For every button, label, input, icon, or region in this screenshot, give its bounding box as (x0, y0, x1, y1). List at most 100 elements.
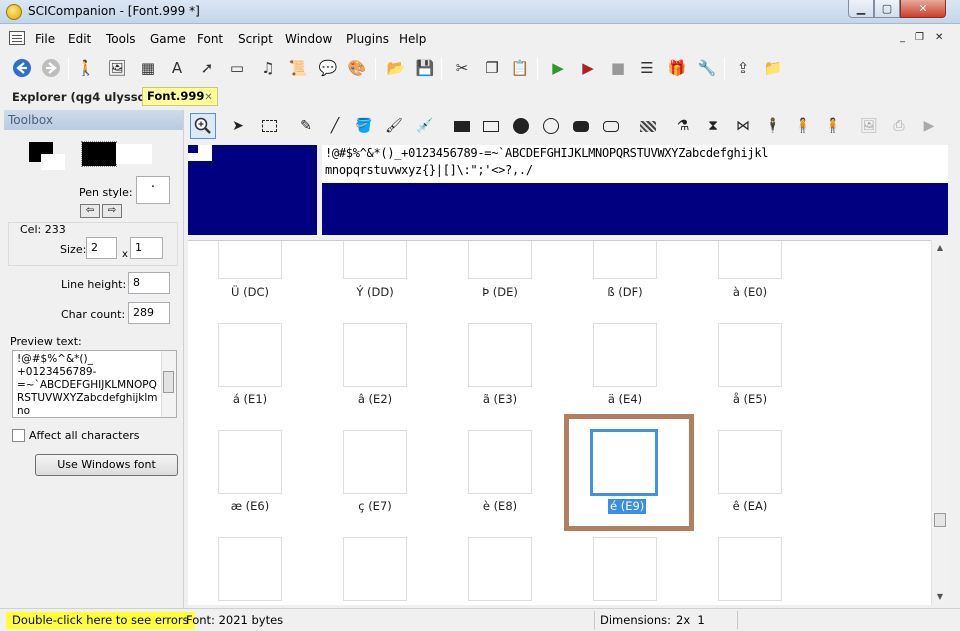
char-cell[interactable] (718, 430, 782, 494)
tab-font[interactable]: Font.999✕ (142, 87, 218, 106)
pen-style-next-button[interactable]: ⇨ (102, 204, 122, 218)
line-icon[interactable]: ╱ (324, 115, 346, 137)
preview-scroll-thumb[interactable] (163, 371, 174, 393)
import-image-icon[interactable]: 🖼 (858, 115, 880, 137)
mdi-restore-button[interactable]: ❐ (915, 32, 924, 43)
new-font-icon[interactable]: A (166, 57, 188, 79)
char-cell[interactable] (718, 241, 782, 279)
char-cell[interactable] (593, 241, 657, 279)
gift-icon[interactable]: 🎁 (666, 57, 688, 79)
mdi-close-button[interactable]: ✕ (935, 32, 943, 43)
menu-tools[interactable]: Tools (106, 32, 136, 46)
scroll-thumb[interactable] (934, 513, 946, 527)
stop-icon[interactable]: ■ (607, 57, 629, 79)
background-color-swatch[interactable] (41, 154, 65, 170)
play-icon[interactable]: ▶ (918, 115, 940, 137)
charset-preview-pane[interactable]: !@#$%^&*()_+0123456789-=~`ABCDEFGHIJKLMN… (322, 145, 948, 235)
pen-icon[interactable]: ✎ (295, 115, 317, 137)
char-cell[interactable] (593, 323, 657, 387)
forward-icon[interactable] (40, 57, 62, 79)
char-cell[interactable] (468, 537, 532, 601)
filled-ellipse-icon[interactable] (510, 115, 532, 137)
preview-scrollbar[interactable] (161, 351, 176, 417)
fill-icon[interactable]: 🪣 (353, 115, 375, 137)
filled-rectangle-icon[interactable] (451, 115, 473, 137)
char-cell[interactable] (468, 241, 532, 279)
bowtie-icon[interactable]: ⋈ (732, 115, 754, 137)
menu-file[interactable]: File (35, 32, 55, 46)
char-cell[interactable] (343, 241, 407, 279)
new-text-icon[interactable]: ▭ (226, 57, 248, 79)
character-icon[interactable]: 🧍 (792, 115, 814, 137)
menu-script[interactable]: Script (238, 32, 273, 46)
char-cell[interactable] (468, 323, 532, 387)
char-cell[interactable] (718, 323, 782, 387)
new-message-icon[interactable]: 💬 (317, 57, 339, 79)
menu-font[interactable]: Font (197, 32, 223, 46)
menu-plugins[interactable]: Plugins (346, 32, 389, 46)
replace-color-icon[interactable]: 🖌 (383, 115, 405, 137)
selected-pattern-swatch[interactable] (81, 141, 117, 167)
save-icon[interactable]: 💾 (414, 57, 436, 79)
new-view-icon[interactable]: 🚶 (75, 57, 97, 79)
rounded-rect-icon[interactable] (600, 115, 622, 137)
folder-star-icon[interactable]: 📁 (762, 57, 784, 79)
preview-text-area[interactable]: !@#$%^&*()_ +0123456789- =~`ABCDEFGHIJKL… (12, 350, 177, 418)
copy-icon[interactable]: ❐ (481, 57, 503, 79)
minimize-button[interactable]: ▁ (848, 0, 874, 18)
hourglass-icon[interactable]: ⧗ (702, 115, 724, 137)
char-cell[interactable] (343, 430, 407, 494)
debug-icon[interactable]: ▶ (577, 57, 599, 79)
maximize-button[interactable]: ▢ (874, 0, 900, 18)
menu-window[interactable]: Window (285, 32, 332, 46)
ellipse-icon[interactable] (540, 115, 562, 137)
glyph-preview-pane[interactable] (188, 145, 317, 235)
tab-close-icon[interactable]: ✕ (204, 92, 212, 103)
size-height-input[interactable]: 1 (130, 237, 163, 259)
char-cell[interactable] (343, 537, 407, 601)
char-cell[interactable] (218, 241, 282, 279)
char-cell[interactable] (593, 537, 657, 601)
alt-pattern-swatch[interactable] (116, 144, 152, 164)
close-button[interactable]: ✕ (900, 0, 946, 18)
selected-char-cell[interactable] (590, 429, 658, 496)
new-pic-icon[interactable]: 🖼 (106, 57, 128, 79)
line-height-input[interactable]: 8 (128, 272, 170, 294)
eyedropper-icon[interactable]: 💉 (414, 115, 436, 137)
new-palette-icon[interactable]: 🎨 (346, 57, 368, 79)
char-cell[interactable] (718, 537, 782, 601)
pen-style-picker[interactable]: · (136, 176, 170, 204)
ego-icon[interactable]: 🧍 (822, 115, 844, 137)
scroll-up-icon[interactable]: ▲ (932, 240, 948, 256)
transparency-picker-icon[interactable]: ⚗ (672, 115, 694, 137)
paste-icon[interactable]: 📋 (509, 57, 531, 79)
pointer-icon[interactable]: ➤ (227, 115, 249, 137)
new-sound-icon[interactable]: ♫ (257, 57, 279, 79)
wrench-icon[interactable]: 🔧 (696, 57, 718, 79)
tab-explorer[interactable]: Explorer (qg4 ulysson) (8, 88, 163, 106)
char-cell[interactable] (468, 430, 532, 494)
compile-icon[interactable]: ☰ (636, 57, 658, 79)
char-count-input[interactable]: 289 (128, 302, 170, 324)
char-cell[interactable] (218, 537, 282, 601)
export-icon[interactable]: ⇪ (732, 57, 754, 79)
dither-icon[interactable] (637, 115, 659, 137)
back-icon[interactable] (11, 57, 33, 79)
new-script-icon[interactable]: 📜 (287, 57, 309, 79)
pen-style-prev-button[interactable]: ⇦ (80, 204, 100, 218)
char-cell[interactable] (218, 430, 282, 494)
cut-icon[interactable]: ✂ (451, 57, 473, 79)
errors-link[interactable]: Double-click here to see errors (6, 612, 195, 629)
filled-rounded-rect-icon[interactable] (570, 115, 592, 137)
menu-edit[interactable]: Edit (68, 32, 91, 46)
run-icon[interactable]: ▶ (547, 57, 569, 79)
affect-all-checkbox[interactable] (12, 429, 25, 442)
animate-icon[interactable]: 🕴 (762, 115, 784, 137)
char-cell[interactable] (343, 323, 407, 387)
scroll-down-icon[interactable]: ▼ (932, 589, 948, 605)
mdi-minimize-button[interactable]: _ (900, 32, 905, 43)
menu-game[interactable]: Game (150, 32, 186, 46)
zoom-icon[interactable] (190, 113, 216, 139)
use-windows-font-button[interactable]: Use Windows font (35, 454, 178, 476)
new-cursor-resource-icon[interactable]: ➚ (196, 57, 218, 79)
